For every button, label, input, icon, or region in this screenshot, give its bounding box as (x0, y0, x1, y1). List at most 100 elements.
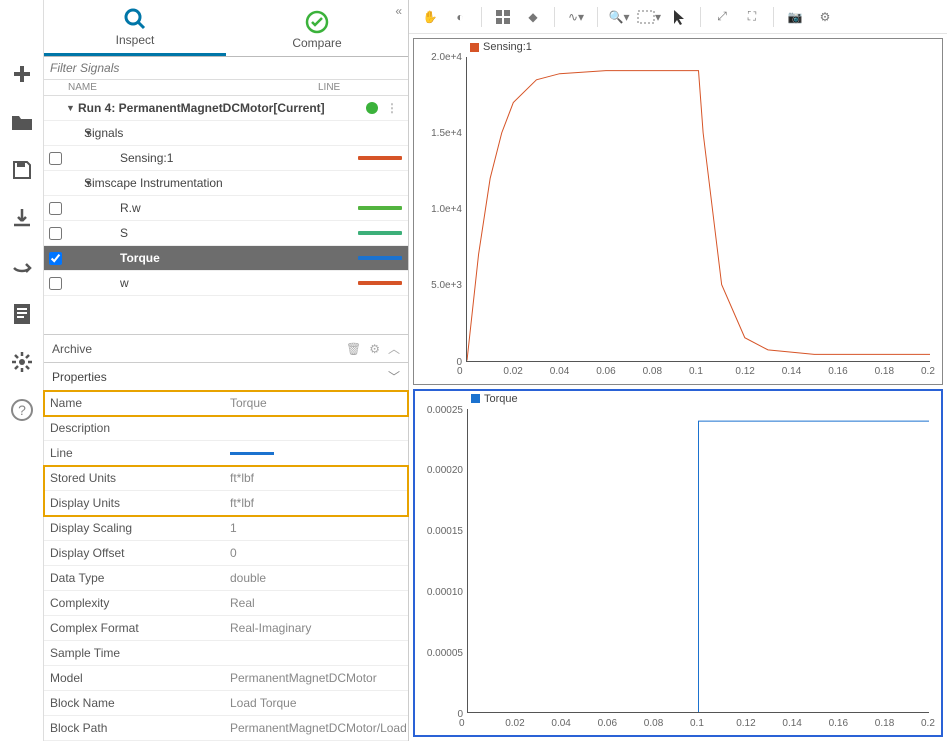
caret-down-icon[interactable]: ▼ (66, 128, 84, 138)
chevron-up-icon[interactable]: ︿ (388, 340, 400, 357)
x-tick-label: 0 (459, 718, 465, 729)
property-key: Block Path (44, 721, 226, 735)
archive-section[interactable]: Archive 🗑 ⚙ ︿ (44, 334, 408, 363)
grid-layout-icon[interactable] (490, 4, 516, 30)
property-row[interactable]: ComplexityReal (44, 591, 408, 616)
y-tick-label: 1.0e+4 (416, 204, 462, 215)
signal-label: Torque (66, 251, 358, 265)
save-icon[interactable] (8, 156, 36, 184)
property-key: Data Type (44, 571, 226, 585)
line-swatch (358, 256, 402, 260)
line-swatch (230, 452, 274, 455)
report-icon[interactable] (8, 300, 36, 328)
signal-checkbox[interactable] (49, 152, 62, 165)
pan-tool-icon[interactable]: ✋ (417, 4, 443, 30)
import-icon[interactable] (8, 204, 36, 232)
export-icon[interactable] (8, 252, 36, 280)
x-tick-label: 0.12 (736, 718, 755, 729)
signal-label: w (66, 276, 358, 290)
plot-settings-icon[interactable]: ⚙ (812, 4, 838, 30)
property-key: Display Scaling (44, 521, 226, 535)
run-label: Run 4: PermanentMagnetDCMotor[Current] (78, 101, 366, 115)
property-row[interactable]: Line (44, 441, 408, 466)
signal-checkbox[interactable] (49, 277, 62, 290)
line-swatch (358, 206, 402, 210)
group-signals[interactable]: ▼ Signals (44, 121, 408, 146)
signal-row-s[interactable]: S (44, 221, 408, 246)
signal-row-sensing[interactable]: Sensing:1 (44, 146, 408, 171)
y-tick-label: 0.00020 (417, 465, 463, 476)
property-value: double (226, 571, 408, 585)
filter-row (44, 57, 408, 80)
property-value: 0 (226, 546, 408, 560)
property-row[interactable]: Sample Time (44, 641, 408, 666)
folder-icon[interactable] (8, 108, 36, 136)
signal-row-rw[interactable]: R.w (44, 196, 408, 221)
y-tick-label: 5.0e+3 (416, 280, 462, 291)
property-row[interactable]: Stored Unitsft*lbf (44, 466, 408, 491)
snapshot-icon[interactable]: 📷 (782, 4, 808, 30)
property-key: Stored Units (44, 471, 226, 485)
plot-torque[interactable]: Torque00.000050.000100.000150.000200.000… (413, 389, 943, 738)
property-row[interactable]: Display Scaling1 (44, 516, 408, 541)
signal-label: S (66, 226, 358, 240)
signal-type-icon[interactable]: ∿▾ (563, 4, 589, 30)
run-menu-icon[interactable]: ⋮ (382, 101, 402, 115)
group-simscape[interactable]: ▼ Simscape Instrumentation (44, 171, 408, 196)
play-icon[interactable]: ◐ (447, 4, 473, 30)
property-row[interactable]: Complex FormatReal-Imaginary (44, 616, 408, 641)
help-icon[interactable]: ? (8, 396, 36, 424)
trash-icon[interactable]: 🗑 (346, 342, 361, 356)
plot-toolbar: ✋ ◐ ◆ ∿▾ 🔍▾ ▾ ⤢ ⛶ 📷 ⚙ (409, 0, 947, 34)
caret-down-icon[interactable]: ▼ (66, 178, 84, 188)
clear-icon[interactable]: ◆ (520, 4, 546, 30)
signal-checkbox[interactable] (49, 252, 62, 265)
plot-area: ✋ ◐ ◆ ∿▾ 🔍▾ ▾ ⤢ ⛶ 📷 ⚙ Sensing:1 0 5.0e+3 1.… (409, 0, 947, 741)
chart-axes (466, 57, 930, 362)
legend-label: Torque (484, 393, 518, 405)
legend-label: Sensing:1 (483, 41, 532, 53)
plot-sensing[interactable]: Sensing:105.0e+31.0e+41.5e+42.0e+400.020… (413, 38, 943, 385)
x-tick-label: 0 (457, 366, 463, 377)
property-row[interactable]: Description (44, 416, 408, 441)
caret-down-icon[interactable]: ▼ (66, 103, 78, 113)
property-row[interactable]: Display Unitsft*lbf (44, 491, 408, 516)
collapse-panel-icon[interactable]: « (395, 4, 402, 18)
property-row[interactable]: ModelPermanentMagnetDCMotor (44, 666, 408, 691)
chevron-down-icon[interactable]: ﹀ (388, 368, 400, 385)
tab-compare[interactable]: Compare (226, 0, 408, 56)
signal-row-torque[interactable]: Torque (44, 246, 408, 271)
add-icon[interactable] (8, 60, 36, 88)
zoom-icon[interactable]: 🔍▾ (606, 4, 632, 30)
property-row[interactable]: Display Offset0 (44, 541, 408, 566)
fullscreen-icon[interactable]: ⛶ (739, 4, 765, 30)
run-row[interactable]: ▼ Run 4: PermanentMagnetDCMotor[Current]… (44, 96, 408, 121)
y-tick-label: 2.0e+4 (416, 52, 462, 63)
expand-icon[interactable]: ⤢ (709, 4, 735, 30)
properties-header[interactable]: Properties ﹀ (44, 363, 408, 391)
property-row[interactable]: Block PathPermanentMagnetDCMotor/Load (44, 716, 408, 741)
property-key: Display Units (44, 496, 226, 510)
property-row[interactable]: NameTorque (44, 391, 408, 416)
group-label: Signals (84, 126, 402, 140)
settings-icon[interactable] (8, 348, 36, 376)
x-tick-label: 0.12 (735, 366, 754, 377)
signal-checkbox[interactable] (49, 202, 62, 215)
signal-checkbox[interactable] (49, 227, 62, 240)
properties-label: Properties (52, 370, 107, 384)
property-key: Sample Time (44, 646, 226, 660)
cursor-icon[interactable] (666, 4, 692, 30)
property-row[interactable]: Block NameLoad Torque (44, 691, 408, 716)
x-tick-label: 0.14 (782, 366, 801, 377)
tab-label: Compare (292, 36, 341, 50)
y-tick-label: 0 (417, 709, 463, 720)
line-swatch (358, 231, 402, 235)
property-row[interactable]: Data Typedouble (44, 566, 408, 591)
tab-inspect[interactable]: Inspect (44, 0, 226, 56)
filter-signals-input[interactable] (50, 61, 402, 75)
gear-icon[interactable]: ⚙ (369, 342, 380, 356)
signal-row-w[interactable]: w (44, 271, 408, 296)
x-tick-label: 0.02 (505, 718, 524, 729)
fit-icon[interactable]: ▾ (636, 4, 662, 30)
y-tick-label: 0 (416, 357, 462, 368)
